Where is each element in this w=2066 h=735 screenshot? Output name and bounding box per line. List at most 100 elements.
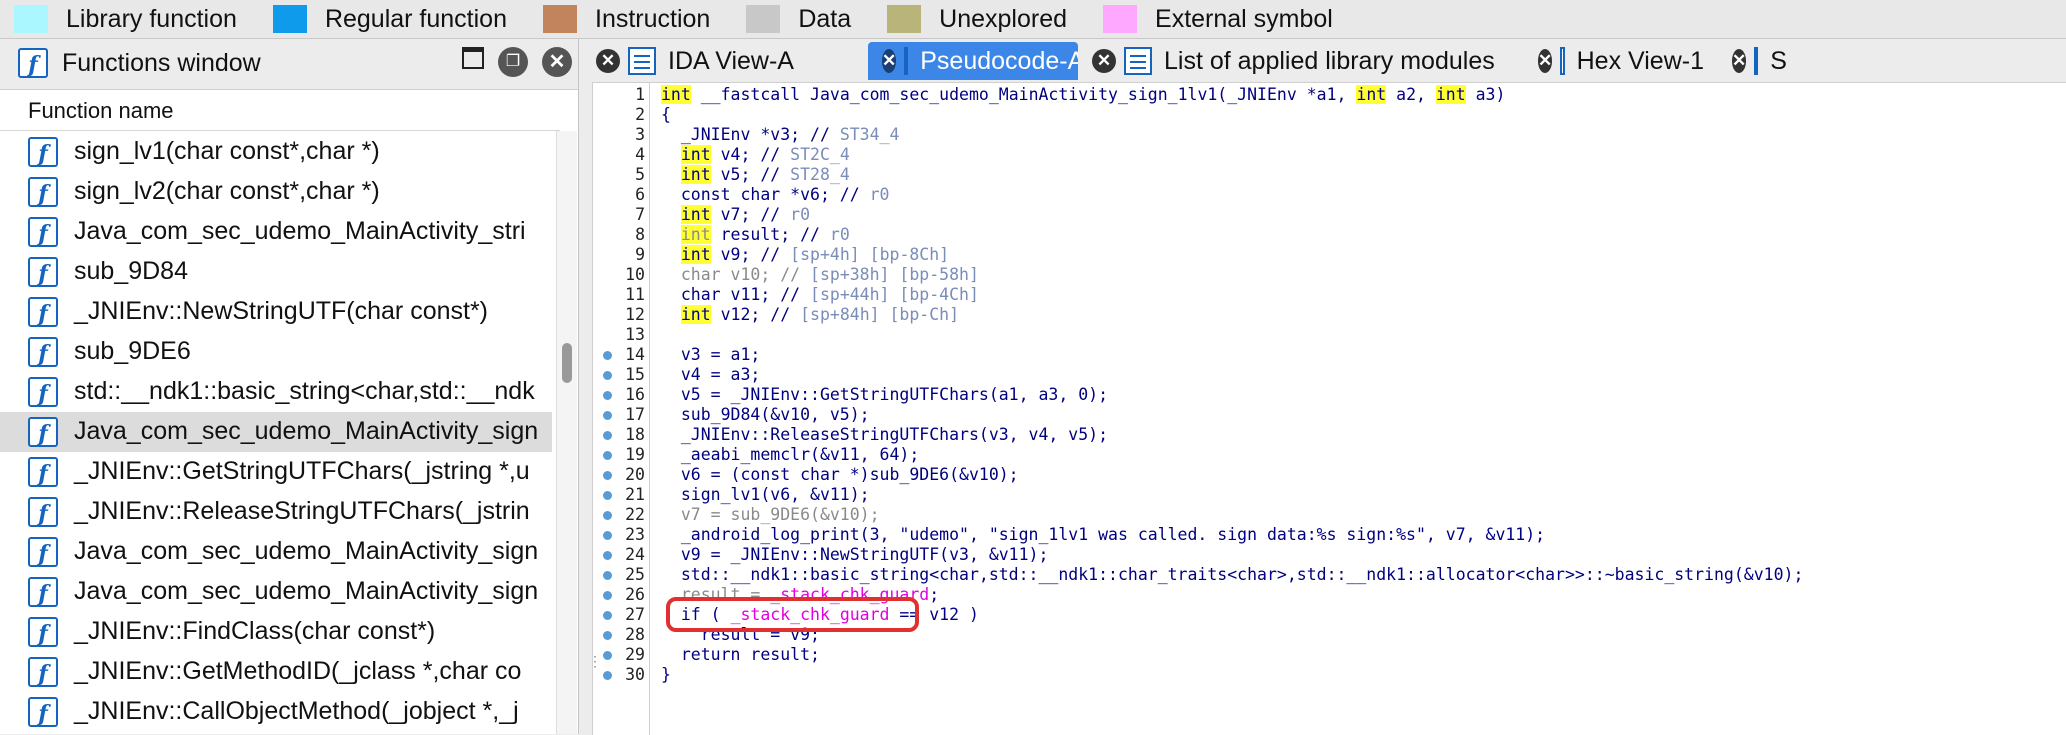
code-line[interactable]: sub_9D84(&v10, v5); [661, 405, 870, 424]
tab-label: Pseudocode-A [920, 46, 1078, 75]
breakpoint-dot-icon[interactable] [603, 351, 612, 360]
tab-hex-view-1[interactable]: ✕ Hex View-1 [1524, 42, 1718, 80]
line-number: 8 [635, 225, 645, 244]
tab-list-of-applied-library-modules[interactable]: ✕ List of applied library modules [1078, 42, 1524, 80]
function-list-item[interactable]: f _JNIEnv::CallObjectMethod(_jobject *,_j [0, 692, 552, 732]
code-line[interactable]: _JNIEnv::ReleaseStringUTFChars(v3, v4, v… [661, 425, 1108, 444]
line-number: 30 [625, 665, 645, 684]
line-number: 14 [625, 345, 645, 364]
function-name: Java_com_sec_udemo_MainActivity_stri [74, 217, 526, 245]
function-list-item[interactable]: f Java_com_sec_udemo_MainActivity_sign [0, 572, 552, 612]
breakpoint-dot-icon[interactable] [603, 671, 612, 680]
tab-close-icon[interactable]: ✕ [1538, 49, 1553, 73]
code-line[interactable]: return result; [661, 645, 820, 664]
code-line[interactable]: const char *v6; // r0 [661, 185, 890, 204]
function-name: _JNIEnv::CallObjectMethod(_jobject *,_j [74, 697, 519, 725]
code-line[interactable]: std::__ndk1::basic_string<char,std::__nd… [661, 565, 1804, 584]
function-list-item[interactable]: f _JNIEnv::GetMethodID(_jclass *,char co [0, 652, 552, 692]
line-number: 2 [635, 105, 645, 124]
function-list-item[interactable]: f _JNIEnv::FindClass(char const*) [0, 612, 552, 652]
tab-close-icon[interactable]: ✕ [1732, 49, 1747, 73]
ida-view-icon [628, 47, 656, 75]
function-list: f sign_lv1(char const*,char *) f sign_lv2(c… [0, 132, 552, 734]
tab-pseudocode-a[interactable]: ✕ Pseudocode-A [868, 42, 1078, 80]
functions-window-title: Functions window [62, 49, 261, 77]
tab-label: List of applied library modules [1164, 46, 1495, 75]
maximize-icon[interactable] [462, 47, 484, 69]
function-list-item[interactable]: f Java_com_sec_udemo_MainActivity_sign [0, 532, 552, 572]
scrollbar-thumb[interactable] [562, 343, 572, 383]
code-line[interactable]: int v12; // [sp+84h] [bp-Ch] [661, 305, 959, 324]
code-line[interactable]: v6 = (const char *)sub_9DE6(&v10); [661, 465, 1019, 484]
code-line[interactable]: _android_log_print(3, "udemo", "sign_1lv… [661, 525, 1545, 544]
structures-icon [1754, 47, 1759, 75]
legend-swatch [746, 5, 781, 33]
code-line-highlighted[interactable]: sign_lv1(v6, &v11); [661, 485, 870, 504]
pseudocode-editor[interactable]: ⋮ 1 2 3 4 5 6 7 8 9 10 11 12 13 14 15 16 17 18 19 20 21 22 23 2… [588, 82, 2066, 735]
line-number: 1 [635, 85, 645, 104]
function-icon: f [28, 497, 58, 527]
code-line[interactable]: int v5; // ST28_4 [661, 165, 850, 184]
tab-close-icon[interactable]: ✕ [882, 49, 897, 73]
function-list-item[interactable]: f _JNIEnv::NewStringUTF(char const*) [0, 292, 552, 332]
code-line[interactable]: _JNIEnv *v3; // ST34_4 [661, 125, 900, 144]
close-icon[interactable]: ✕ [542, 47, 572, 77]
function-list-item[interactable]: f sub_9D84 [0, 252, 552, 292]
function-list-item[interactable]: f sub_9DE6 [0, 332, 552, 372]
code-line[interactable]: _aeabi_memclr(&v11, 64); [661, 445, 919, 464]
code-line[interactable]: v4 = a3; [661, 365, 760, 384]
breakpoint-dot-icon[interactable] [603, 571, 612, 580]
splitter-handle-icon[interactable]: ⋮ [588, 653, 602, 670]
code-line[interactable]: v5 = _JNIEnv::GetStringUTFChars(a1, a3, … [661, 385, 1108, 404]
breakpoint-dot-icon[interactable] [603, 591, 612, 600]
legend-swatch [272, 5, 307, 33]
tab-s[interactable]: ✕ S [1718, 42, 1788, 80]
code-line[interactable]: int result; // r0 [661, 225, 850, 244]
tab-close-icon[interactable]: ✕ [596, 49, 620, 73]
code-line[interactable]: int v7; // r0 [661, 205, 810, 224]
function-list-item[interactable]: f _JNIEnv::ReleaseStringUTFChars(_jstrin [0, 492, 552, 532]
line-number: 20 [625, 465, 645, 484]
breakpoint-dot-icon[interactable] [603, 651, 612, 660]
function-list-item[interactable]: f _JNIEnv::GetStringUTFChars(_jstring *,u [0, 452, 552, 492]
function-name: std::__ndk1::basic_string<char,std::__nd… [74, 377, 535, 405]
line-number: 24 [625, 545, 645, 564]
breakpoint-dot-icon[interactable] [603, 511, 612, 520]
function-list-item[interactable]: f sign_lv1(char const*,char *) [0, 132, 552, 172]
code-line[interactable]: v3 = a1; [661, 345, 760, 364]
legend-item: Regular function [272, 5, 507, 34]
tab-ida-view-a[interactable]: ✕ IDA View-A [582, 42, 868, 80]
breakpoint-dot-icon[interactable] [603, 471, 612, 480]
breakpoint-dot-icon[interactable] [603, 531, 612, 540]
function-name-column-header[interactable]: Function name [0, 90, 560, 131]
function-list-item[interactable]: f std::__ndk1::basic_string<char,std::__n… [0, 372, 552, 412]
breakpoint-dot-icon[interactable] [603, 391, 612, 400]
breakpoint-dot-icon[interactable] [603, 411, 612, 420]
code-line[interactable]: int v9; // [sp+4h] [bp-8Ch] [661, 245, 949, 264]
restore-icon[interactable]: ❐ [498, 47, 528, 77]
tab-close-icon[interactable]: ✕ [1092, 49, 1116, 73]
breakpoint-dot-icon[interactable] [603, 551, 612, 560]
line-number: 29 [625, 645, 645, 664]
code-line[interactable]: int v4; // ST2C_4 [661, 145, 850, 164]
code-line[interactable]: } [661, 665, 671, 684]
function-list-item[interactable]: f sign_lv2(char const*,char *) [0, 172, 552, 212]
breakpoint-dot-icon[interactable] [603, 451, 612, 460]
code-line[interactable]: char v11; // [sp+44h] [bp-4Ch] [661, 285, 979, 304]
breakpoint-dot-icon[interactable] [603, 371, 612, 380]
code-line[interactable]: int __fastcall Java_com_sec_udemo_MainAc… [661, 85, 1505, 104]
function-list-item[interactable]: f Java_com_sec_udemo_MainActivity_stri [0, 212, 552, 252]
function-icon: f [28, 617, 58, 647]
vertical-scrollbar[interactable] [556, 131, 577, 734]
function-list-item[interactable]: f Java_com_sec_udemo_MainActivity_sign [0, 412, 552, 452]
line-number-gutter: ⋮ 1 2 3 4 5 6 7 8 9 10 11 12 13 14 15 16 17 18 19 20 21 22 23 2… [588, 83, 650, 735]
code-line[interactable]: { [661, 105, 671, 124]
code-line[interactable]: char v10; // [sp+38h] [bp-58h] [661, 265, 979, 284]
breakpoint-dot-icon[interactable] [603, 431, 612, 440]
breakpoint-dot-icon[interactable] [603, 491, 612, 500]
breakpoint-dot-icon[interactable] [603, 631, 612, 640]
function-icon: f [28, 297, 58, 327]
code-line[interactable]: v7 = sub_9DE6(&v10); [661, 505, 880, 524]
breakpoint-dot-icon[interactable] [603, 611, 612, 620]
code-line[interactable]: v9 = _JNIEnv::NewStringUTF(v3, &v11); [661, 545, 1049, 564]
